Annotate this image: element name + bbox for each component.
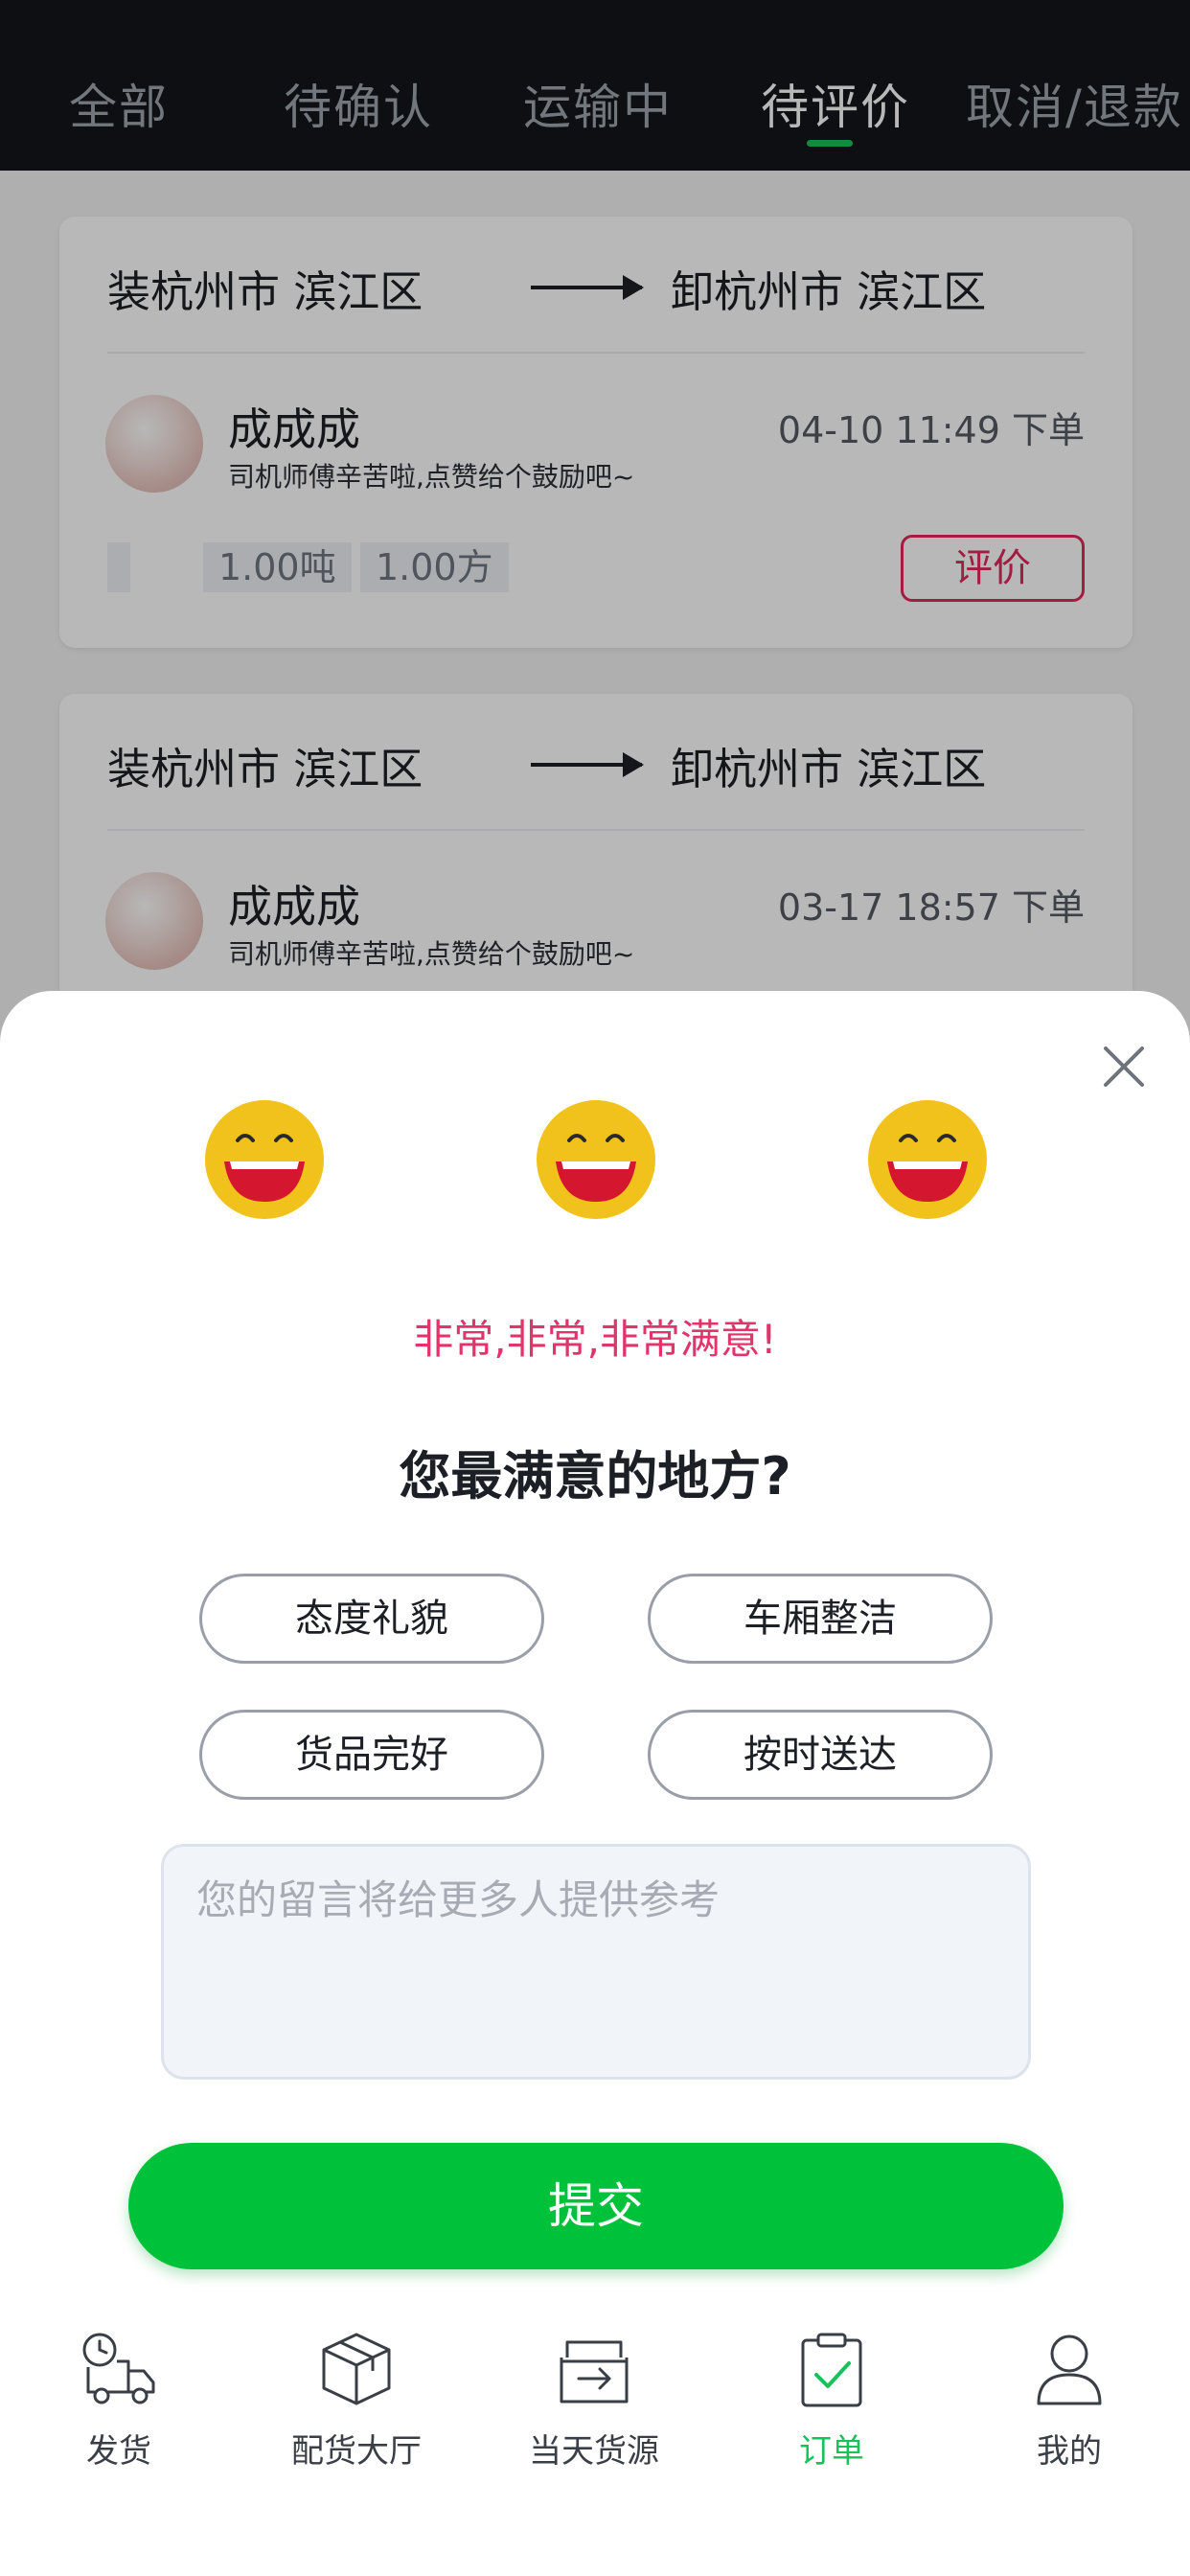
laughing-face-icon[interactable]	[866, 1098, 989, 1221]
nav-mine[interactable]: 我的	[973, 2329, 1165, 2472]
tag-clean-cargo-box[interactable]: 车厢整洁	[648, 1574, 993, 1664]
nav-dispatch-hall[interactable]: 配货大厅	[261, 2329, 452, 2472]
rating-text: 非常,非常,非常满意!	[413, 1316, 777, 1363]
review-sheet: 非常,非常,非常满意! 您最满意的地方? 态度礼貌 车厢整洁 货品完好 按时送达…	[0, 991, 1190, 2576]
tag-goods-intact[interactable]: 货品完好	[199, 1710, 544, 1800]
nav-today-cargo[interactable]: 当天货源	[498, 2329, 690, 2472]
nav-label: 配货大厅	[291, 2432, 422, 2471]
person-icon	[1037, 2334, 1102, 2405]
nav-ship[interactable]: 发货	[23, 2329, 215, 2472]
satisfaction-question: 您最满意的地方?	[399, 1446, 791, 1506]
laughing-face-icon[interactable]	[535, 1098, 657, 1221]
nav-orders[interactable]: 订单	[736, 2329, 927, 2472]
package-box-icon	[322, 2333, 391, 2405]
tag-polite-attitude[interactable]: 态度礼貌	[199, 1574, 544, 1664]
laughing-face-icon[interactable]	[203, 1098, 326, 1221]
nav-label: 当天货源	[529, 2432, 659, 2471]
nav-label: 订单	[799, 2432, 864, 2471]
nav-label: 发货	[86, 2432, 151, 2471]
tag-on-time-delivery[interactable]: 按时送达	[648, 1710, 993, 1800]
truck-clock-icon	[82, 2333, 155, 2404]
close-icon[interactable]	[1098, 1041, 1150, 1092]
inbox-arrow-icon	[560, 2340, 629, 2404]
submit-button[interactable]: 提交	[128, 2143, 1064, 2269]
nav-label: 我的	[1037, 2432, 1102, 2471]
comment-placeholder: 您的留言将给更多人提供参考	[196, 1876, 721, 1923]
comment-textarea[interactable]: 您的留言将给更多人提供参考	[161, 1844, 1031, 2080]
clipboard-check-icon	[801, 2333, 862, 2407]
